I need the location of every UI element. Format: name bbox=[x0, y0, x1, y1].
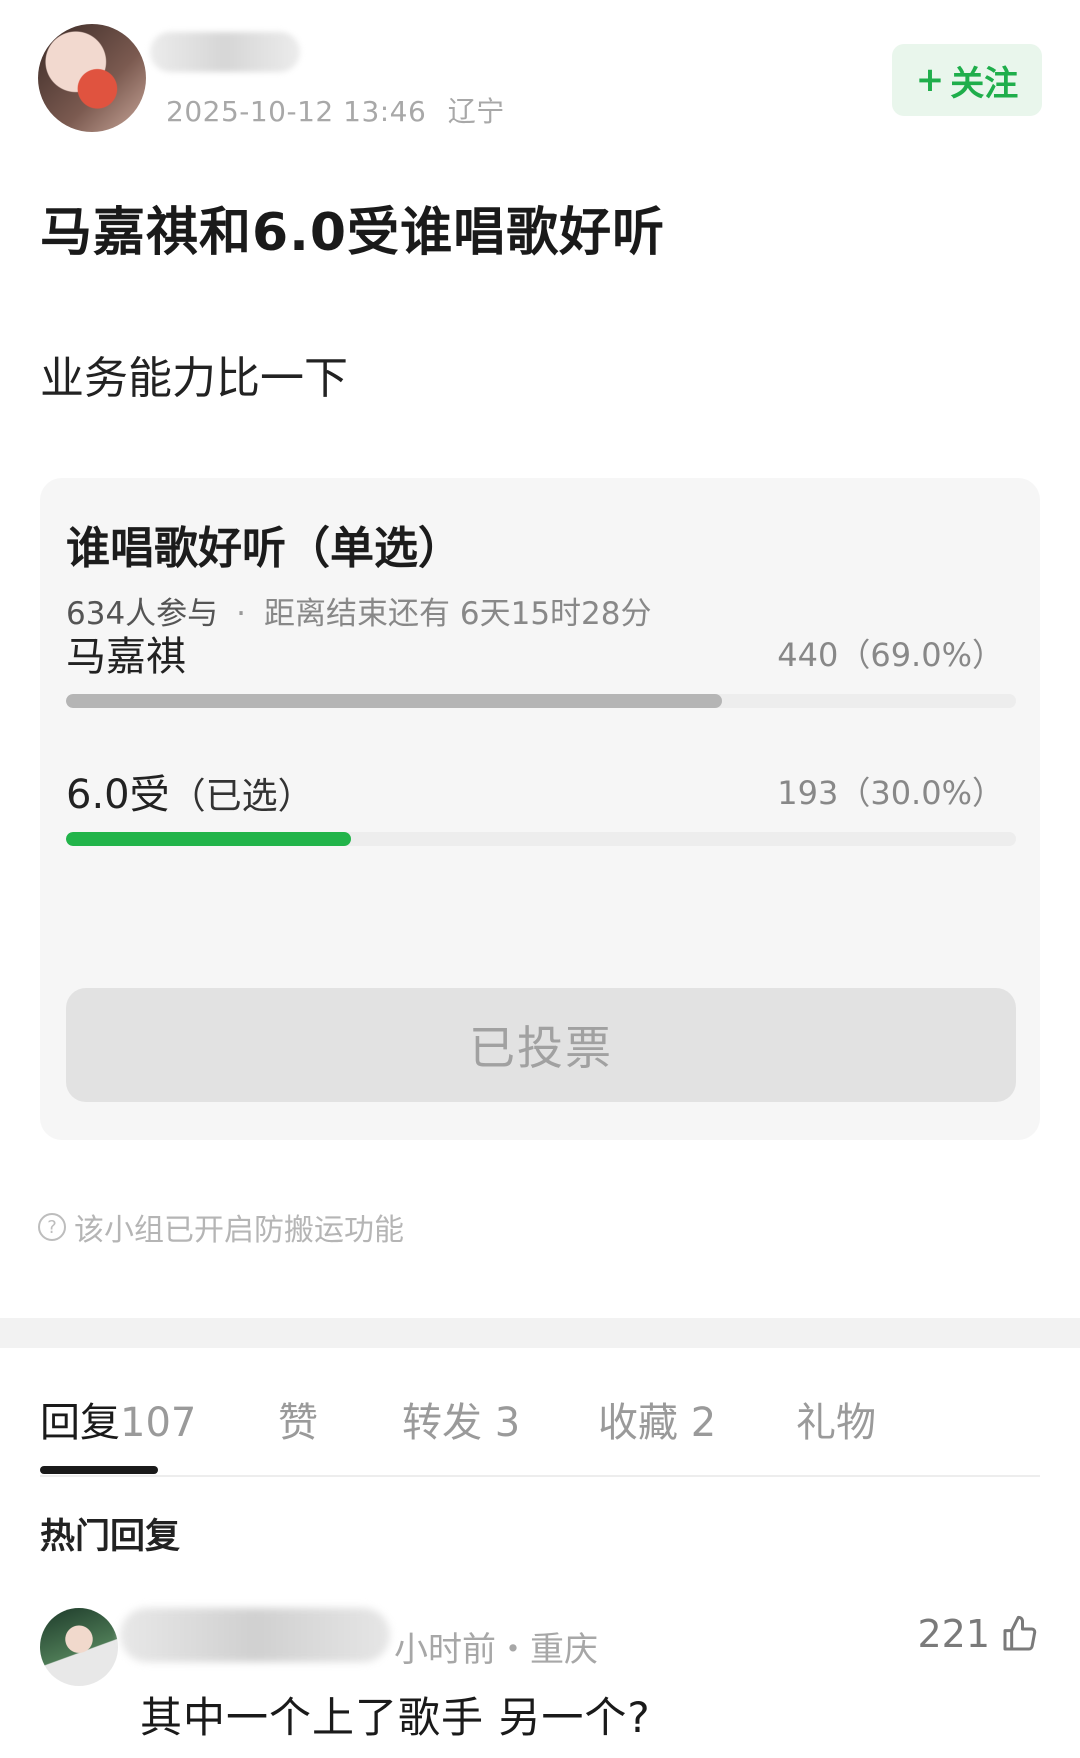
tab-count: 107 bbox=[120, 1400, 197, 1446]
interaction-tabs: 回复107 赞 转发 3 收藏 2 礼物 bbox=[40, 1390, 1040, 1476]
tab-label: 转发 bbox=[402, 1400, 482, 1446]
poll-option-label[interactable]: 6.0受（已选） bbox=[66, 762, 314, 820]
tab-label: 回复 bbox=[40, 1400, 120, 1446]
tab-reposts[interactable]: 转发 3 bbox=[402, 1390, 520, 1448]
comment-text: 其中一个上了歌手 另一个? bbox=[140, 1693, 651, 1742]
commenter-avatar[interactable] bbox=[40, 1608, 118, 1686]
post-timestamp: 2025-10-12 13:46 bbox=[166, 95, 427, 128]
author-avatar[interactable] bbox=[38, 24, 146, 132]
poll-option-picked: （已选） bbox=[169, 776, 314, 817]
poll-option-count: 193（30.0%） bbox=[777, 774, 1004, 812]
poll-title: 谁唱歌好听（单选） bbox=[66, 523, 462, 574]
tab-label: 收藏 bbox=[598, 1400, 678, 1446]
tab-label: 礼物 bbox=[796, 1400, 876, 1446]
section-divider bbox=[0, 1318, 1080, 1348]
follow-button[interactable]: + 关注 bbox=[892, 44, 1042, 116]
author-name-redacted[interactable] bbox=[150, 32, 300, 72]
commenter-name-redacted[interactable] bbox=[120, 1608, 390, 1662]
poll-card: 谁唱歌好听（单选） 634人参与 · 距离结束还有 6天15时28分 马嘉祺 440… bbox=[40, 478, 1040, 1140]
anti-repost-notice[interactable]: ? 该小组已开启防搬运功能 bbox=[38, 1205, 404, 1249]
poll-option-fill bbox=[66, 694, 722, 708]
tabs-divider bbox=[40, 1475, 1040, 1477]
post-title: 马嘉祺和6.0受谁唱歌好听 bbox=[40, 203, 666, 263]
plus-icon: + bbox=[915, 60, 945, 100]
tab-count: 2 bbox=[690, 1400, 717, 1446]
tab-replies[interactable]: 回复107 bbox=[40, 1390, 196, 1448]
question-circle-icon: ? bbox=[38, 1213, 66, 1241]
tab-likes[interactable]: 赞 bbox=[278, 1390, 318, 1448]
voted-button[interactable]: 已投票 bbox=[66, 988, 1016, 1102]
tab-gifts[interactable]: 礼物 bbox=[796, 1390, 876, 1448]
post-body: 业务能力比一下 bbox=[40, 353, 348, 404]
thumbs-up-icon bbox=[1003, 1615, 1037, 1651]
active-tab-indicator bbox=[40, 1466, 158, 1474]
poll-option-bar bbox=[66, 832, 1016, 846]
dot-separator: · bbox=[236, 596, 247, 632]
poll-option-fill bbox=[66, 832, 351, 846]
post-location: 辽宁 bbox=[447, 95, 505, 128]
tab-label: 赞 bbox=[278, 1400, 318, 1446]
post-meta: 2025-10-12 13:46 辽宁 bbox=[166, 90, 505, 130]
follow-label: 关注 bbox=[950, 63, 1019, 104]
poll-option-bar bbox=[66, 694, 1016, 708]
comment-meta: 小时前・重庆 bbox=[394, 1630, 598, 1670]
notice-text: 该小组已开启防搬运功能 bbox=[74, 1213, 404, 1248]
tab-count: 3 bbox=[494, 1400, 521, 1446]
poll-remaining: 距离结束还有 6天15时28分 bbox=[264, 596, 652, 632]
post-header: 2025-10-12 13:46 辽宁 + 关注 bbox=[0, 0, 1080, 150]
poll-option-label[interactable]: 马嘉祺 bbox=[66, 624, 186, 682]
tab-favorites[interactable]: 收藏 2 bbox=[598, 1390, 716, 1448]
comment-like-count: 221 bbox=[917, 1612, 990, 1656]
hot-replies-heading: 热门回复 bbox=[40, 1517, 181, 1557]
poll-option-count: 440（69.0%） bbox=[777, 636, 1004, 674]
poll-option-name: 马嘉祺 bbox=[66, 634, 186, 680]
poll-option-name: 6.0受 bbox=[66, 772, 170, 818]
comment-like-button[interactable]: 221 bbox=[917, 1612, 1040, 1656]
